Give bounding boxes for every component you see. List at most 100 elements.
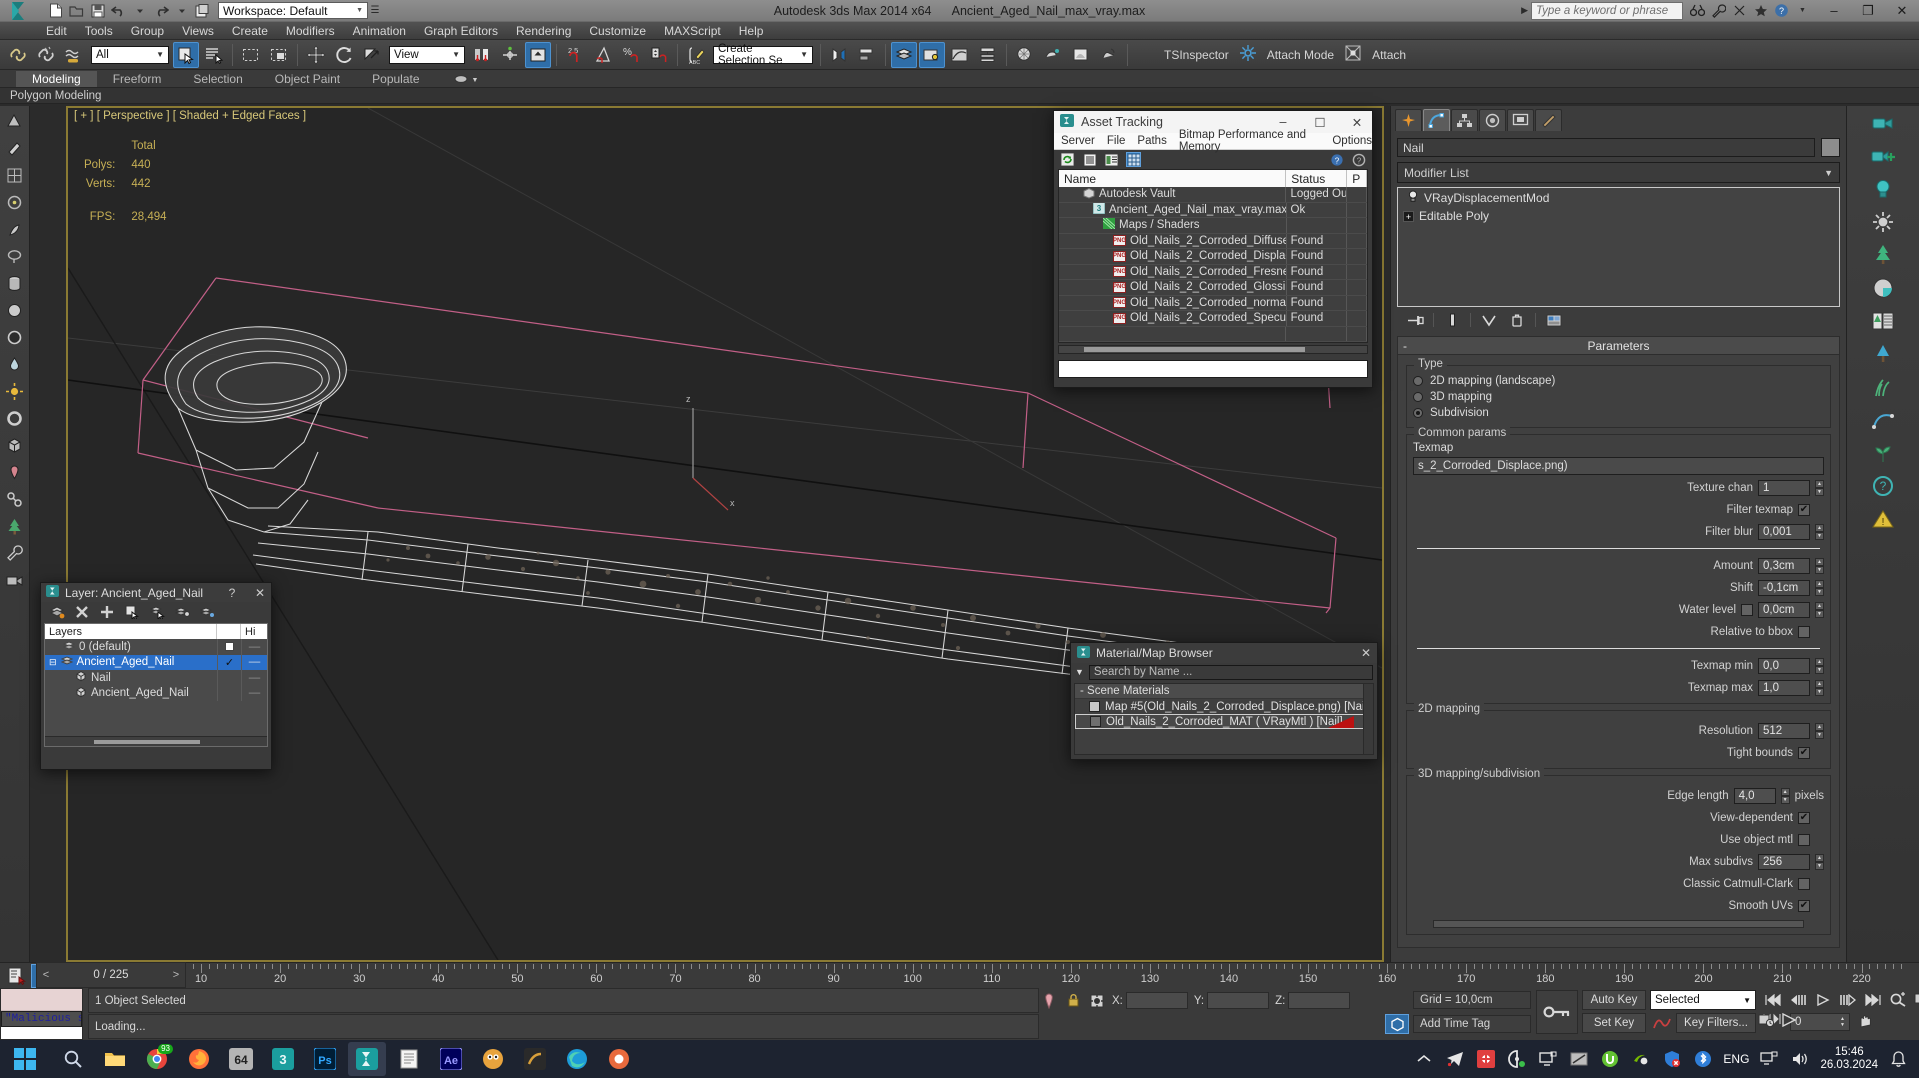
- left-tool-paint-icon[interactable]: [3, 136, 27, 160]
- list-item[interactable]: Nail —: [45, 670, 267, 686]
- current-frame-field[interactable]: 0 ▲ ▼: [1790, 1013, 1850, 1031]
- chevron-down-icon[interactable]: ▼: [472, 77, 479, 84]
- set-key-button[interactable]: Set Key: [1582, 1013, 1646, 1033]
- modifier-stack[interactable]: VRayDisplacementMod + Editable Poly: [1397, 187, 1840, 307]
- render-preview-icon[interactable]: [1870, 275, 1896, 301]
- taskbar-photoshop-icon[interactable]: Ps: [306, 1042, 344, 1076]
- at-menu-paths[interactable]: Paths: [1137, 135, 1166, 147]
- align-icon[interactable]: [854, 42, 880, 68]
- texmap-min-field[interactable]: 0,0: [1758, 657, 1810, 674]
- left-tool-wrench-icon[interactable]: [3, 541, 27, 565]
- key-selection-level-dropdown[interactable]: Selected ▼: [1650, 990, 1756, 1010]
- at-menu-server[interactable]: Server: [1061, 135, 1095, 147]
- column-header-path[interactable]: P: [1347, 170, 1367, 187]
- redo-dropdown-icon[interactable]: [172, 1, 191, 20]
- configure-modifier-sets-icon[interactable]: [1544, 311, 1564, 329]
- binoculars-icon[interactable]: [1689, 2, 1706, 19]
- percent-snap-icon[interactable]: %: [618, 42, 644, 68]
- tight-bounds-checkbox[interactable]: [1798, 746, 1810, 759]
- list-item[interactable]: Ancient_Aged_Nail —: [45, 685, 267, 701]
- grass-icon[interactable]: [1870, 374, 1896, 400]
- ribbon-options-icon[interactable]: [454, 73, 468, 87]
- layer-manager-icon[interactable]: [891, 41, 917, 68]
- select-and-manipulate-icon[interactable]: [525, 41, 551, 68]
- time-slider-track[interactable]: 10 20 30 40 50 60 70 80 90 100 110 120 130 140 150 160 1…: [88, 963, 1919, 988]
- defender-icon[interactable]: [1661, 1046, 1683, 1072]
- attach-mode-icon[interactable]: [1239, 44, 1257, 65]
- list-item[interactable]: Map #5(Old_Nails_2_Corroded_Displace.png…: [1075, 699, 1373, 714]
- set-current-layer-icon[interactable]: [174, 604, 190, 620]
- horizontal-scrollbar[interactable]: [45, 736, 267, 746]
- set-key-mode-button[interactable]: [1536, 990, 1578, 1034]
- bind-to-space-warp-icon[interactable]: [61, 42, 87, 68]
- start-button[interactable]: [0, 1040, 50, 1078]
- search-expander-icon[interactable]: ▶: [1521, 5, 1531, 16]
- water-level-spinner[interactable]: ▲ ▼: [1815, 601, 1824, 618]
- close-button[interactable]: ✕: [1342, 111, 1372, 133]
- at-menu-options[interactable]: Options: [1332, 135, 1372, 147]
- undo-icon[interactable]: [109, 1, 128, 20]
- language-indicator[interactable]: ENG: [1723, 1052, 1749, 1066]
- remove-modifier-icon[interactable]: [1507, 311, 1527, 329]
- info-help-icon[interactable]: ?: [1870, 473, 1896, 499]
- menu-item-edit[interactable]: Edit: [38, 23, 75, 39]
- at-menu-bitmap-performance[interactable]: Bitmap Performance and Memory: [1179, 129, 1321, 153]
- object-color-swatch[interactable]: [1821, 138, 1840, 157]
- taskbar-file-explorer-icon[interactable]: [96, 1042, 134, 1076]
- play-preview-icon[interactable]: [1780, 1012, 1798, 1031]
- table-row[interactable]: PNG Old_Nails_2_Corroded_normal.png Foun…: [1059, 295, 1367, 311]
- column-header-status[interactable]: Status: [1286, 170, 1348, 187]
- left-tool-cube-icon[interactable]: [3, 433, 27, 457]
- radio-3d-mapping[interactable]: 3D mapping: [1413, 389, 1824, 405]
- radio-subdivision[interactable]: Subdivision: [1413, 405, 1824, 421]
- snap-toggle-25-icon[interactable]: 2.5: [562, 42, 588, 68]
- layer-current-checkbox[interactable]: ✓: [217, 654, 241, 670]
- shift-spinner[interactable]: ▲ ▼: [1815, 579, 1824, 596]
- left-tool-cylinder-icon[interactable]: [3, 271, 27, 295]
- taskbar-notepad-icon[interactable]: [390, 1042, 428, 1076]
- workspace-overflow-icon[interactable]: ☰: [368, 5, 382, 16]
- attach-icon[interactable]: [1344, 44, 1362, 65]
- warning-icon[interactable]: !: [1870, 506, 1896, 532]
- lightbulb-icon[interactable]: [1407, 190, 1419, 206]
- water-level-checkbox[interactable]: [1741, 603, 1753, 616]
- texmap-max-spinner[interactable]: ▲ ▼: [1815, 679, 1824, 696]
- view-dependent-checkbox[interactable]: [1798, 811, 1810, 824]
- grid-view-icon[interactable]: [1126, 152, 1141, 167]
- left-tool-snap-icon[interactable]: [3, 190, 27, 214]
- wrench-icon[interactable]: [1710, 2, 1727, 19]
- render-setup-icon[interactable]: [1040, 42, 1066, 68]
- expander-icon[interactable]: ⊟: [49, 657, 57, 668]
- tree-foliage-icon[interactable]: [1870, 242, 1896, 268]
- undo-dropdown-icon[interactable]: [130, 1, 149, 20]
- table-row[interactable]: PNG Old_Nails_2_Corroded_Fresnel.png Fou…: [1059, 264, 1367, 280]
- search-input[interactable]: Type a keyword or phrase: [1531, 1, 1683, 20]
- texture-chan-field[interactable]: 1: [1758, 479, 1810, 496]
- at-menu-file[interactable]: File: [1107, 135, 1126, 147]
- object-hide-toggle[interactable]: —: [241, 670, 267, 686]
- select-and-scale-icon[interactable]: [359, 42, 385, 68]
- layer-dialog[interactable]: Layer: Ancient_Aged_Nail ? ✕ Layers Hi 0…: [40, 582, 272, 770]
- edge-length-field[interactable]: 4,0: [1733, 787, 1776, 804]
- menu-item-modifiers[interactable]: Modifiers: [278, 23, 343, 39]
- classic-cc-checkbox[interactable]: [1798, 877, 1810, 890]
- light-bulb-icon[interactable]: [1870, 176, 1896, 202]
- unlink-selection-icon[interactable]: [33, 42, 59, 68]
- viewport-label[interactable]: [ + ] [ Perspective ] [ Shaded + Edged F…: [74, 110, 306, 122]
- pan-view-icon[interactable]: [1856, 1013, 1874, 1032]
- prev-frame-button[interactable]: <: [37, 969, 55, 981]
- menu-item-animation[interactable]: Animation: [345, 23, 414, 39]
- modifier-stack-item-editable-poly[interactable]: + Editable Poly: [1399, 207, 1838, 225]
- utorrent-icon[interactable]: [1599, 1046, 1621, 1072]
- make-unique-icon[interactable]: [1479, 311, 1499, 329]
- left-tool-tree-icon[interactable]: [3, 514, 27, 538]
- auto-key-button[interactable]: Auto Key: [1582, 990, 1646, 1010]
- minimize-button[interactable]: –: [1817, 0, 1851, 22]
- next-frame-button[interactable]: >: [167, 969, 185, 981]
- tab-freeform[interactable]: Freeform: [97, 71, 178, 87]
- delete-layer-icon[interactable]: [74, 604, 90, 620]
- create-new-layer-icon[interactable]: [49, 604, 65, 620]
- zoom-time-icon[interactable]: [1887, 990, 1908, 1009]
- z-field[interactable]: [1288, 992, 1351, 1009]
- pin-stack-icon[interactable]: [1405, 311, 1425, 329]
